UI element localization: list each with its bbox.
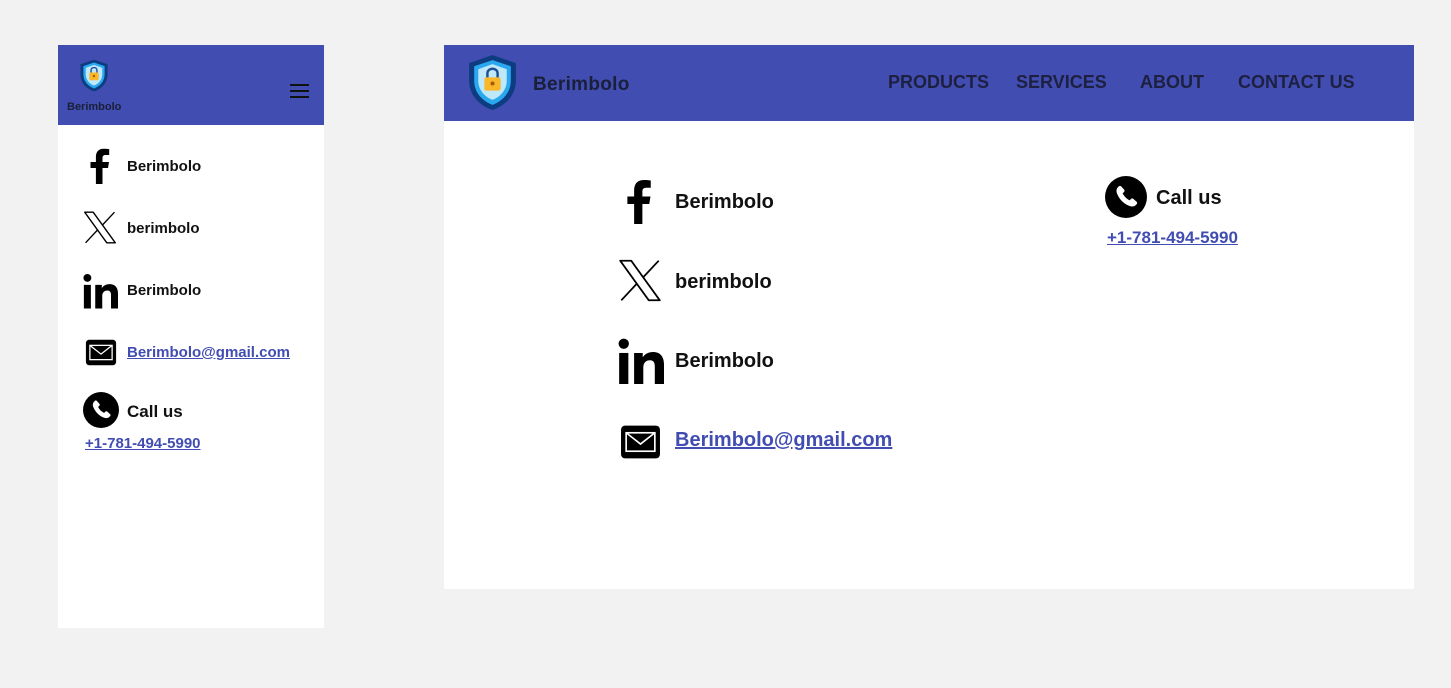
mobile-preview: Berimbolo Berimbolo berimbolo Berimbolo … (58, 45, 324, 628)
mail-icon[interactable] (620, 424, 661, 460)
mail-icon[interactable] (85, 339, 117, 366)
facebook-icon[interactable] (87, 148, 111, 184)
x-icon[interactable] (83, 210, 117, 245)
shield-logo-icon[interactable] (467, 54, 518, 111)
desktop-brand-name[interactable]: Berimbolo (533, 74, 630, 96)
mobile-facebook-label: Berimbolo (127, 158, 202, 175)
desktop-x-label: berimbolo (675, 271, 772, 293)
nav-services[interactable]: SERVICES (1016, 72, 1107, 93)
mobile-call-label: Call us (127, 402, 183, 421)
nav-products[interactable]: PRODUCTS (888, 72, 989, 93)
mobile-x-label: berimbolo (127, 220, 200, 237)
desktop-phone-link[interactable]: +1-781-494-5990 (1107, 228, 1238, 248)
nav-contact-us[interactable]: CONTACT US (1238, 72, 1355, 93)
mobile-phone-link[interactable]: +1-781-494-5990 (85, 435, 201, 452)
desktop-facebook-label: Berimbolo (675, 191, 774, 213)
desktop-email-link[interactable]: Berimbolo@gmail.com (675, 429, 892, 452)
linkedin-icon[interactable] (83, 273, 118, 309)
x-icon[interactable] (618, 258, 662, 303)
phone-icon[interactable] (1105, 176, 1147, 218)
desktop-call-label: Call us (1156, 187, 1222, 209)
phone-icon[interactable] (83, 392, 119, 428)
nav-about[interactable]: ABOUT (1140, 72, 1204, 93)
mobile-brand-name[interactable]: Berimbolo (67, 101, 121, 113)
desktop-preview: Berimbolo PRODUCTS SERVICES ABOUT CONTAC… (444, 45, 1414, 589)
mobile-header: Berimbolo (58, 45, 324, 125)
desktop-header: Berimbolo PRODUCTS SERVICES ABOUT CONTAC… (444, 45, 1414, 121)
hamburger-menu-icon[interactable] (290, 84, 310, 102)
facebook-icon[interactable] (623, 179, 653, 224)
linkedin-icon[interactable] (618, 338, 664, 384)
shield-logo-icon[interactable] (79, 59, 109, 92)
mobile-linkedin-label: Berimbolo (127, 282, 202, 299)
desktop-linkedin-label: Berimbolo (675, 350, 774, 372)
mobile-email-link[interactable]: Berimbolo@gmail.com (127, 344, 290, 361)
